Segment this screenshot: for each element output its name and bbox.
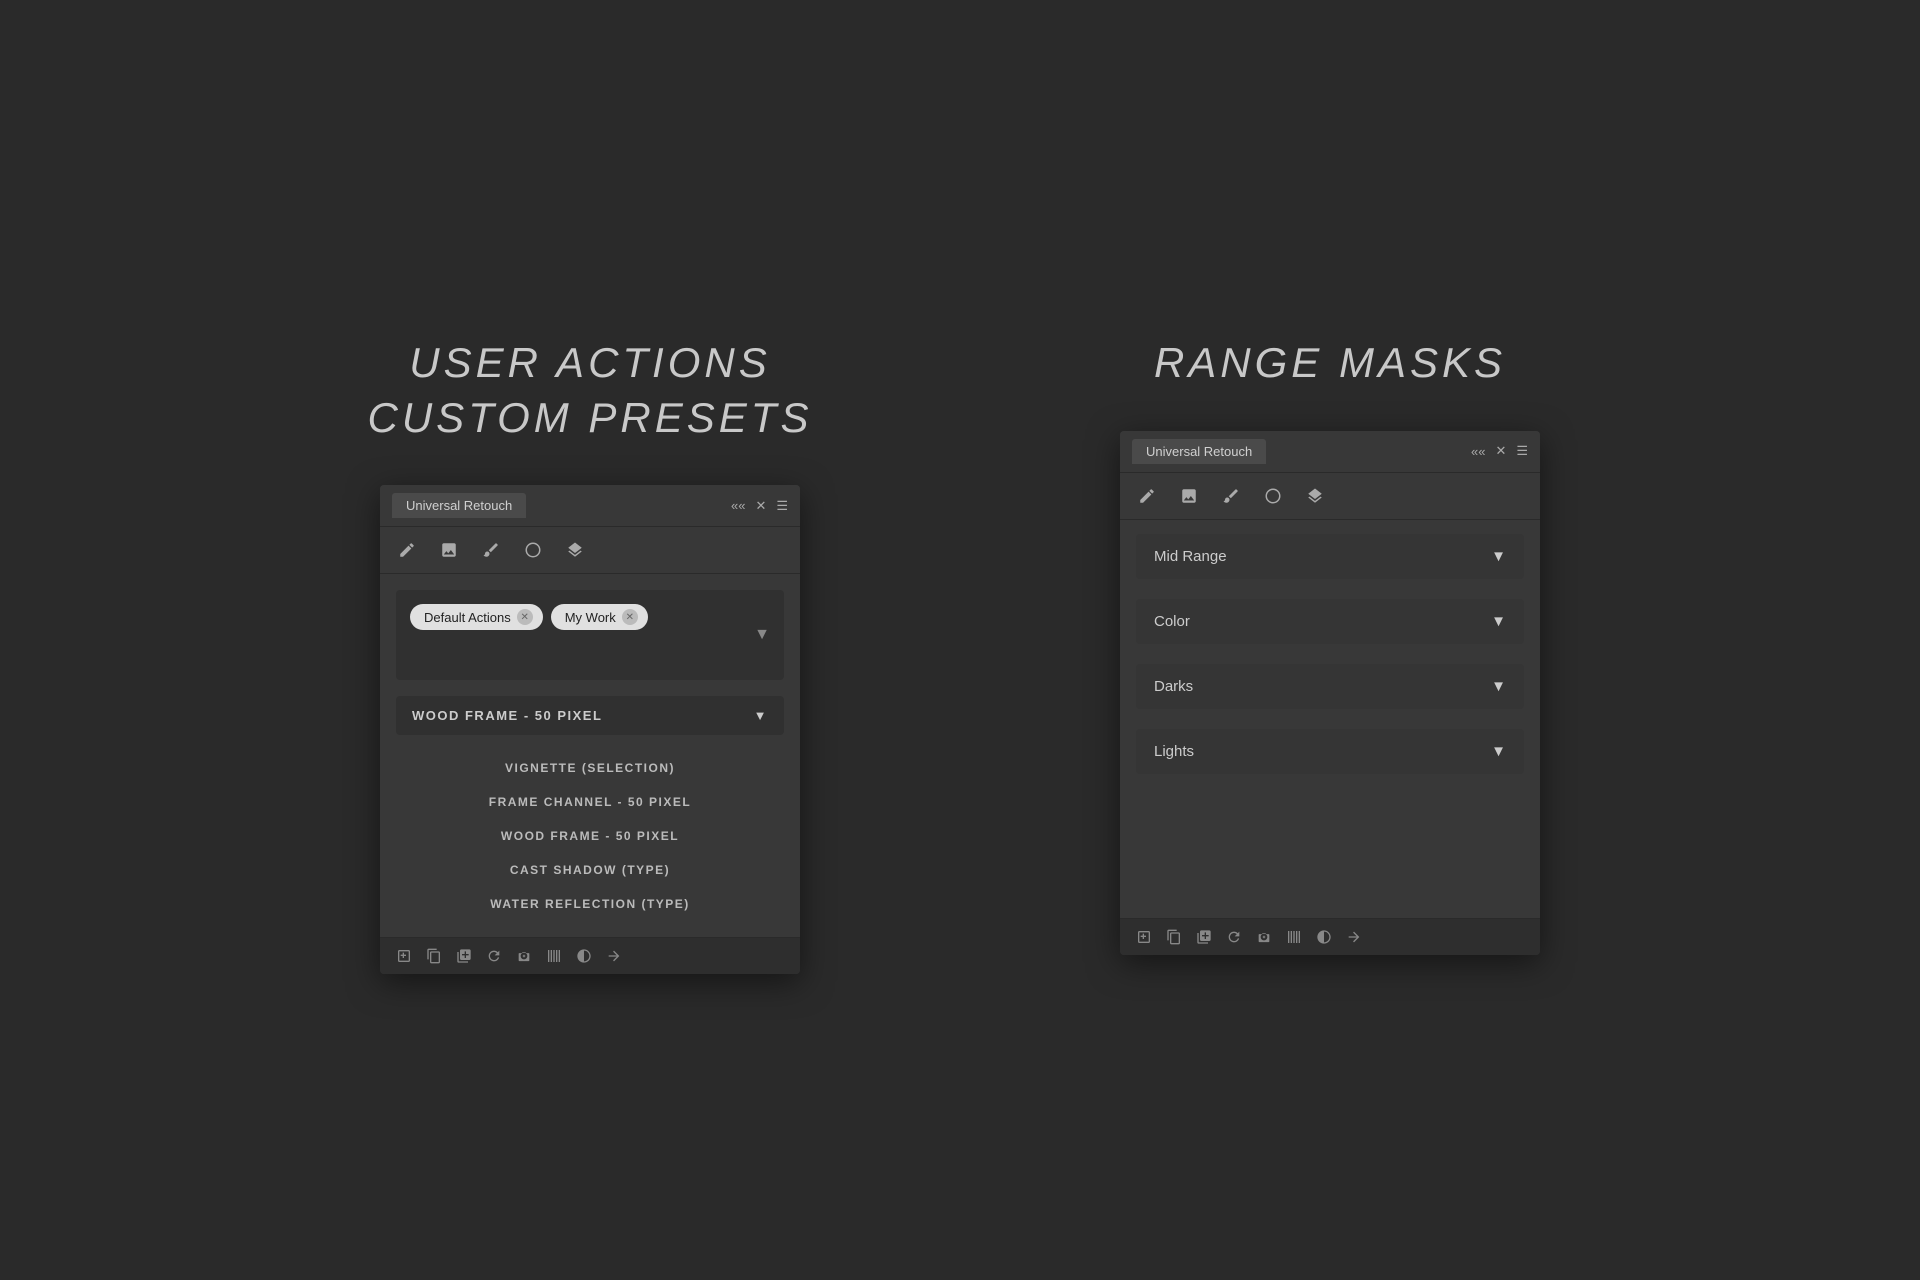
- right-panel-toolbar: [1120, 473, 1540, 520]
- toolbar-edit-icon[interactable]: [396, 539, 418, 561]
- right-toolbar-layers-icon[interactable]: [1304, 485, 1326, 507]
- range-color[interactable]: Color ▼: [1136, 599, 1524, 644]
- toolbar-image-icon[interactable]: [438, 539, 460, 561]
- right-toolbar-edit-icon[interactable]: [1136, 485, 1158, 507]
- action-wood-frame[interactable]: WOOD FRAME - 50 PIXEL: [396, 819, 784, 853]
- footer-group-icon[interactable]: [456, 948, 472, 964]
- range-list: Mid Range ▼ Color ▼ Darks ▼ Lights ▼: [1120, 520, 1540, 798]
- action-set-dropdown-arrow: ▼: [754, 708, 768, 723]
- action-set-dropdown[interactable]: WOOD FRAME - 50 PIXEL ▼: [396, 696, 784, 735]
- right-panel-header-icons: «« ✕ ☰: [1471, 443, 1528, 459]
- right-panel-title: Universal Retouch: [1132, 439, 1266, 464]
- action-vignette[interactable]: VIGNETTE (SELECTION): [396, 751, 784, 785]
- left-panel-footer: [380, 937, 800, 974]
- right-footer-contrast-icon[interactable]: [1316, 929, 1332, 945]
- menu-icon[interactable]: ☰: [776, 498, 788, 514]
- action-cast-shadow[interactable]: CAST SHADOW (TYPE): [396, 853, 784, 887]
- range-color-arrow: ▼: [1491, 613, 1506, 630]
- spacer: [1120, 798, 1540, 918]
- left-panel-title: Universal Retouch: [392, 493, 526, 518]
- footer-contrast-icon[interactable]: [576, 948, 592, 964]
- right-panel: Universal Retouch «« ✕ ☰: [1120, 431, 1540, 955]
- footer-camera-icon[interactable]: [516, 948, 532, 964]
- right-footer-image-adj-icon[interactable]: [1286, 929, 1302, 945]
- right-footer-camera-icon[interactable]: [1256, 929, 1272, 945]
- left-panel-header-icons: «« ✕ ☰: [731, 498, 788, 514]
- right-close-icon[interactable]: ✕: [1495, 443, 1506, 459]
- left-panel: Universal Retouch «« ✕ ☰: [380, 485, 800, 974]
- left-panel-toolbar: [380, 527, 800, 574]
- footer-duplicate-icon[interactable]: [426, 948, 442, 964]
- range-darks-arrow: ▼: [1491, 678, 1506, 695]
- left-panel-header: Universal Retouch «« ✕ ☰: [380, 485, 800, 527]
- tag-default-close[interactable]: ✕: [517, 609, 533, 625]
- right-menu-icon[interactable]: ☰: [1516, 443, 1528, 459]
- range-darks[interactable]: Darks ▼: [1136, 664, 1524, 709]
- range-lights[interactable]: Lights ▼: [1136, 729, 1524, 774]
- left-panel-content: Default Actions ✕ My Work ✕ ▼ WOOD FRAME…: [380, 574, 800, 937]
- toolbar-circle-icon[interactable]: [522, 539, 544, 561]
- main-container: USER ACTIONS CUSTOM PRESETS Universal Re…: [260, 306, 1660, 974]
- action-frame-channel[interactable]: FRAME CHANNEL - 50 PIXEL: [396, 785, 784, 819]
- left-section: USER ACTIONS CUSTOM PRESETS Universal Re…: [260, 336, 920, 974]
- footer-arrow-right-icon[interactable]: [606, 948, 622, 964]
- right-panel-footer: [1120, 918, 1540, 955]
- right-footer-arrow-right-icon[interactable]: [1346, 929, 1362, 945]
- right-toolbar-circle-icon[interactable]: [1262, 485, 1284, 507]
- tags-area: Default Actions ✕ My Work ✕ ▼: [396, 590, 784, 680]
- toolbar-brush-icon[interactable]: [480, 539, 502, 561]
- right-footer-duplicate-icon[interactable]: [1166, 929, 1182, 945]
- right-toolbar-brush-icon[interactable]: [1220, 485, 1242, 507]
- right-footer-new-icon[interactable]: [1136, 929, 1152, 945]
- collapse-icon[interactable]: ««: [731, 498, 745, 513]
- right-toolbar-image-icon[interactable]: [1178, 485, 1200, 507]
- range-mid-arrow: ▼: [1491, 548, 1506, 565]
- close-icon[interactable]: ✕: [755, 498, 766, 514]
- range-lights-arrow: ▼: [1491, 743, 1506, 760]
- right-footer-group-icon[interactable]: [1196, 929, 1212, 945]
- right-section-title: RANGE MASKS: [1154, 336, 1506, 391]
- range-mid-range[interactable]: Mid Range ▼: [1136, 534, 1524, 579]
- tag-my-work[interactable]: My Work ✕: [551, 604, 648, 630]
- footer-image-adj-icon[interactable]: [546, 948, 562, 964]
- left-section-title: USER ACTIONS CUSTOM PRESETS: [368, 336, 813, 445]
- action-list: VIGNETTE (SELECTION) FRAME CHANNEL - 50 …: [396, 751, 784, 921]
- right-footer-refresh-icon[interactable]: [1226, 929, 1242, 945]
- action-water-reflection[interactable]: WATER REFLECTION (TYPE): [396, 887, 784, 921]
- tags-dropdown-arrow[interactable]: ▼: [754, 626, 770, 644]
- right-collapse-icon[interactable]: ««: [1471, 444, 1485, 459]
- footer-new-icon[interactable]: [396, 948, 412, 964]
- tag-mywork-close[interactable]: ✕: [622, 609, 638, 625]
- right-panel-header: Universal Retouch «« ✕ ☰: [1120, 431, 1540, 473]
- right-section: RANGE MASKS Universal Retouch «« ✕ ☰: [1000, 336, 1660, 955]
- toolbar-layers-icon[interactable]: [564, 539, 586, 561]
- tag-default-actions[interactable]: Default Actions ✕: [410, 604, 543, 630]
- footer-refresh-icon[interactable]: [486, 948, 502, 964]
